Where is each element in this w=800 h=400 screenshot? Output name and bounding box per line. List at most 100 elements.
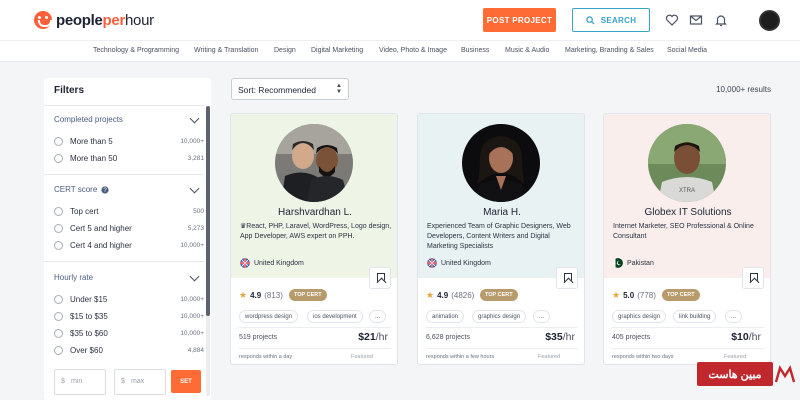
filters-title: Filters [54,85,85,96]
bookmark-icon[interactable] [556,267,578,289]
freelancer-bio: Experienced Team of Graphic Designers, W… [427,223,571,250]
skill-tag[interactable]: wordpress design [239,310,299,323]
radio-button[interactable] [54,137,63,146]
rating: ★ 4.9 (4826) [426,290,475,300]
freelancer-photo[interactable]: XTRA [648,124,726,202]
radio-button[interactable] [54,241,63,250]
radio-button[interactable] [54,207,63,216]
freelancer-name[interactable]: Maria H. [418,207,584,218]
projects-count: 519 projects [239,334,278,341]
category-video-photo[interactable]: Video, Photo & Image [379,47,447,54]
projects-count: 405 projects [612,334,651,341]
chevron-down-icon[interactable] [189,113,200,124]
filter-option-cert-4[interactable]: Cert 4 and higher 10,000+ [54,240,204,252]
radio-button[interactable] [54,329,63,338]
sort-select[interactable]: Sort: Recommended ▲ ▼ [231,78,349,100]
hourly-rate: $35/hr [545,331,575,343]
response-time: responds within a day [239,354,293,360]
freelancer-bio: ♛React, PHP, Laravel, WordPress, Logo de… [240,223,392,240]
pakistan-flag-icon [613,258,623,268]
divider [426,327,578,328]
featured-label: Featured [351,354,374,360]
filter-option-cert-5[interactable]: Cert 5 and higher 5,273 [54,223,204,235]
filter-option-more-than-5[interactable]: More than 5 10,000+ [54,136,204,148]
skill-tag[interactable]: graphics design [612,310,667,323]
chevron-down-icon[interactable] [189,183,200,194]
set-price-button[interactable]: SET [171,370,201,393]
freelancer-name[interactable]: Harshvardhan L. [231,207,397,218]
category-design[interactable]: Design [274,47,296,54]
filter-option-15-to-35[interactable]: $15 to $35 10,000+ [54,311,204,323]
divider [239,348,391,349]
category-digital-marketing[interactable]: Digital Marketing [311,47,363,54]
category-music-audio[interactable]: Music & Audio [505,47,549,54]
filters-panel: Filters Completed projects More than 5 10… [44,78,211,400]
top-cert-badge: TOP CERT [480,289,518,301]
top-cert-badge: TOP CERT [662,289,700,301]
skill-tag[interactable]: graphics design [472,310,527,323]
featured-label: Featured [724,354,747,360]
uk-flag-icon [240,258,250,268]
help-icon[interactable]: ? [101,185,109,194]
skill-tag[interactable]: ios development [307,310,363,323]
search-button[interactable]: SEARCH [572,8,650,32]
results-count: 10,000+ results [716,85,771,94]
mail-icon[interactable] [689,13,703,27]
radio-button[interactable] [54,154,63,163]
freelancer-name[interactable]: Globex IT Solutions [604,207,770,218]
filter-option-over-60[interactable]: Over $60 4,884 [54,345,204,357]
filter-option-top-cert[interactable]: Top cert 500 [54,206,204,218]
hourly-rate-header[interactable]: Hourly rate [54,273,93,282]
more-skills-tag[interactable]: ... [725,310,743,323]
bookmark-icon[interactable] [742,267,764,289]
freelancer-card[interactable]: Harshvardhan L. ♛React, PHP, Laravel, Wo… [230,113,398,365]
projects-count: 6,628 projects [426,334,470,341]
filter-option-more-than-50[interactable]: More than 50 3,281 [54,153,204,165]
filters-scrollbar[interactable] [206,106,210,396]
watermark: مبین هاست [697,362,798,386]
freelancer-photo[interactable] [275,124,353,202]
divider [44,261,204,262]
filter-option-35-to-60[interactable]: $35 to $60 10,000+ [54,328,204,340]
star-icon: ★ [426,290,435,300]
top-cert-badge: TOP CERT [289,289,327,301]
heart-icon[interactable] [665,13,679,27]
featured-label: Featured [538,354,561,360]
radio-button[interactable] [54,312,63,321]
chevron-down-icon[interactable] [189,271,200,282]
search-label: SEARCH [600,15,637,25]
more-skills-tag[interactable]: ... [533,310,551,323]
category-business[interactable]: Business [461,47,489,54]
skill-tag[interactable]: animation [426,310,465,323]
filter-option-under-15[interactable]: Under $15 10,000+ [54,294,204,306]
freelancer-card[interactable]: XTRA Globex IT Solutions Internet Market… [603,113,771,365]
cert-score-header[interactable]: CERT score ? [54,185,109,194]
divider [426,348,578,349]
category-technology[interactable]: Technology & Programming [93,47,179,54]
uk-flag-icon [427,258,437,268]
radio-button[interactable] [54,224,63,233]
bookmark-icon[interactable] [369,267,391,289]
skill-tag[interactable]: link building [673,310,717,323]
max-price-input[interactable]: $ max [114,369,166,395]
post-project-button[interactable]: POST PROJECT [483,8,556,32]
freelancer-location: Pakistan [613,258,654,268]
divider [44,174,204,175]
radio-button[interactable] [54,346,63,355]
logo-text: peopleperhour [56,11,154,29]
category-social-media[interactable]: Social Media [667,47,707,54]
category-marketing-branding[interactable]: Marketing, Branding & Sales [565,47,654,54]
category-writing[interactable]: Writing & Translation [194,47,258,54]
freelancer-photo[interactable] [462,124,540,202]
completed-projects-header[interactable]: Completed projects [54,115,123,124]
freelancer-card[interactable]: Maria H. Experienced Team of Graphic Des… [417,113,585,365]
logo[interactable]: peopleperhour [34,11,154,29]
radio-button[interactable] [54,295,63,304]
more-skills-tag[interactable]: ... [369,310,387,323]
sort-label: Sort: Recommended [238,85,316,95]
bell-icon[interactable] [714,13,728,27]
freelancer-bio: Internet Marketer, SEO Professional & On… [613,223,754,240]
user-avatar[interactable] [759,10,780,31]
sort-arrows-icon: ▲ ▼ [336,83,342,95]
min-price-input[interactable]: $ min [54,369,106,395]
